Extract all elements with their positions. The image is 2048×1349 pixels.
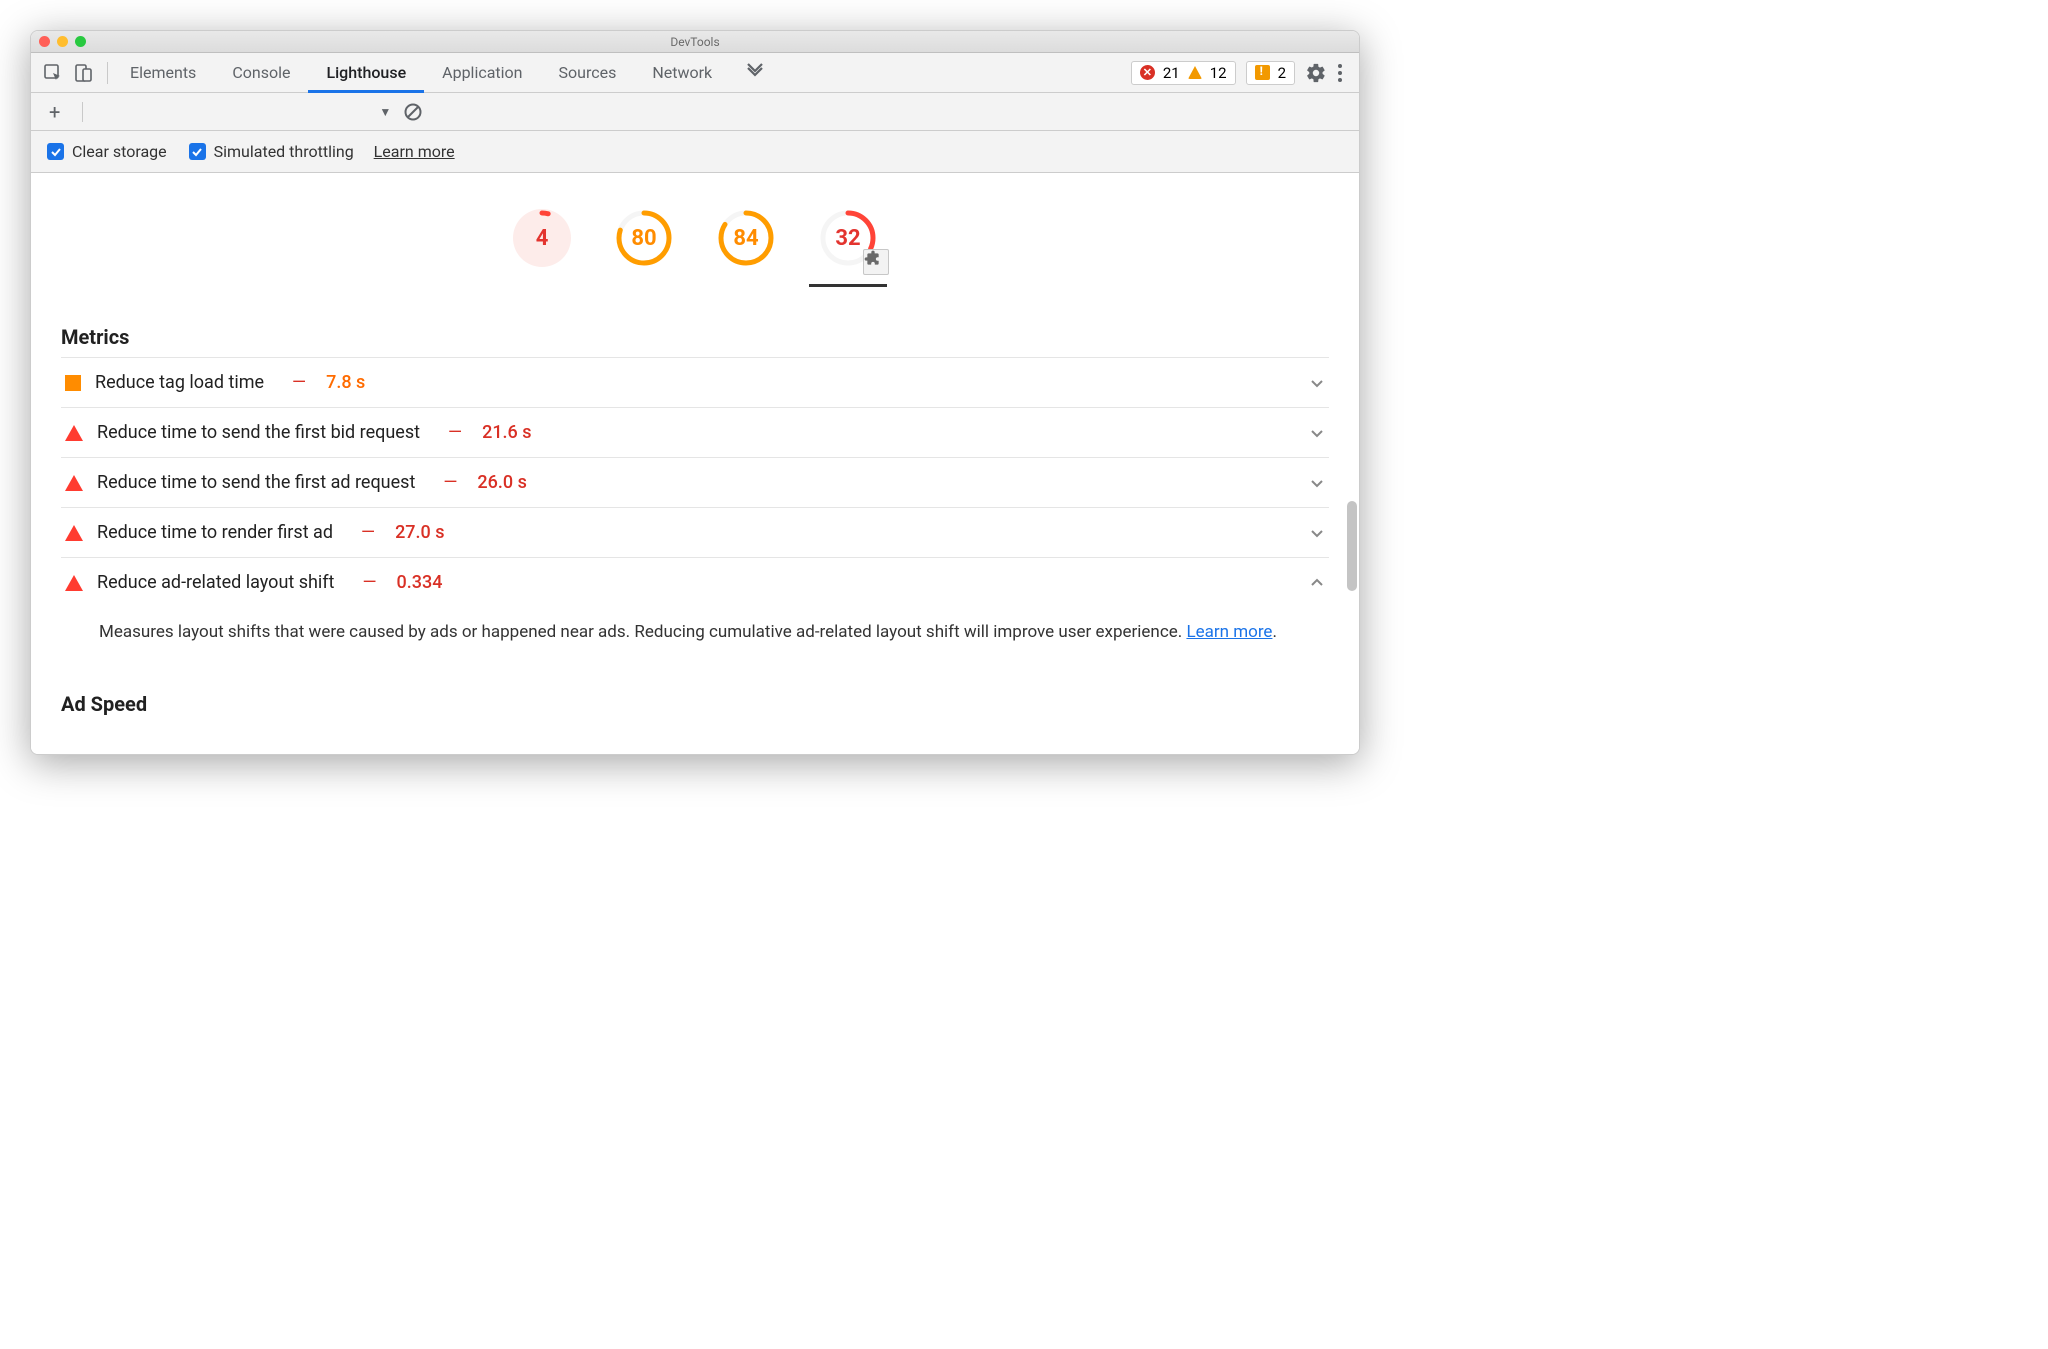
metric-value: 0.334 (397, 572, 443, 593)
dash: — (292, 372, 306, 393)
chevron-down-icon (1309, 525, 1325, 541)
score-gauge-0[interactable]: 4 (513, 209, 571, 277)
dash: — (448, 422, 462, 443)
warning-count: 12 (1210, 64, 1227, 82)
chevron-down-icon (1309, 425, 1325, 441)
metric-value: 21.6 s (482, 422, 531, 443)
metric-value: 27.0 s (395, 522, 444, 543)
titlebar: DevTools (31, 31, 1359, 53)
metric-row[interactable]: Reduce time to send the first ad request… (61, 457, 1329, 507)
learn-more-link[interactable]: Learn more (1186, 622, 1272, 642)
warning-icon (1188, 66, 1202, 79)
scrollbar-thumb[interactable] (1347, 501, 1357, 591)
tab-application[interactable]: Application (424, 53, 540, 93)
error-count: 21 (1163, 64, 1180, 82)
simulated-throttling-checkbox[interactable]: Simulated throttling Learn more (189, 142, 455, 161)
ad-speed-heading: Ad Speed (61, 692, 1329, 716)
severity-warning-icon (65, 375, 81, 391)
metric-row[interactable]: Reduce time to send the first bid reques… (61, 407, 1329, 457)
metric-value: 7.8 s (326, 372, 365, 393)
tab-network[interactable]: Network (634, 53, 730, 93)
dash: — (362, 572, 376, 593)
options-bar: Clear storage Simulated throttling Learn… (31, 131, 1359, 173)
severity-fail-icon (65, 475, 83, 491)
simulated-throttling-label: Simulated throttling (214, 142, 354, 161)
severity-fail-icon (65, 525, 83, 541)
gauge-value: 32 (835, 226, 860, 251)
score-gauges: 4 80 84 32 (31, 173, 1359, 301)
metric-row[interactable]: Reduce tag load time — 7.8 s (61, 357, 1329, 407)
settings-icon[interactable] (1305, 62, 1327, 84)
gauge-value: 4 (536, 226, 549, 251)
clear-icon[interactable] (403, 102, 423, 122)
tab-sources[interactable]: Sources (541, 53, 635, 93)
score-gauge-2[interactable]: 84 (717, 209, 775, 277)
metric-detail: Measures layout shifts that were caused … (61, 607, 1329, 668)
divider (107, 62, 108, 84)
tab-console[interactable]: Console (214, 53, 308, 93)
severity-fail-icon (65, 575, 83, 591)
dash: — (361, 522, 375, 543)
score-gauge-1[interactable]: 80 (615, 209, 673, 277)
checkbox-checked-icon (189, 143, 206, 160)
recordings-count: 2 (1278, 64, 1286, 82)
minimize-button[interactable] (57, 36, 68, 47)
console-issue-counts[interactable]: ✕ 21 12 (1131, 61, 1236, 85)
new-report-button[interactable]: + (43, 100, 66, 124)
dash: — (443, 472, 457, 493)
report-dropdown[interactable]: ▼ (379, 105, 391, 119)
metric-label: Reduce time to render first ad (97, 522, 333, 543)
gauge-value: 80 (631, 226, 656, 251)
lighthouse-toolbar: + ▼ (31, 93, 1359, 131)
metrics-heading: Metrics (61, 325, 1329, 349)
traffic-lights (39, 36, 86, 47)
metric-label: Reduce ad-related layout shift (97, 572, 334, 593)
metric-label: Reduce time to send the first bid reques… (97, 422, 420, 443)
clear-storage-label: Clear storage (72, 142, 167, 161)
chevron-down-icon (1309, 475, 1325, 491)
tab-elements[interactable]: Elements (112, 53, 214, 93)
ad-speed-section: Ad Speed (31, 668, 1359, 716)
metrics-list: Reduce tag load time — 7.8 s Reduce time to… (61, 357, 1329, 668)
recorder-count[interactable]: 2 (1246, 61, 1295, 85)
metric-row[interactable]: Reduce ad-related layout shift — 0.334 (61, 557, 1329, 607)
window-title: DevTools (31, 35, 1359, 49)
device-toggle-icon[interactable] (73, 63, 93, 83)
close-button[interactable] (39, 36, 50, 47)
plugin-icon (863, 249, 889, 275)
score-gauge-3[interactable]: 32 (819, 209, 877, 277)
chevron-down-icon (1309, 375, 1325, 391)
gauge-value: 84 (733, 226, 758, 251)
panel-tabs: Elements Console Lighthouse Application … (112, 53, 772, 93)
metric-label: Reduce time to send the first ad request (97, 472, 415, 493)
more-options-icon[interactable] (1337, 63, 1343, 83)
metric-row[interactable]: Reduce time to render first ad — 27.0 s (61, 507, 1329, 557)
inspect-element-icon[interactable] (43, 63, 63, 83)
divider (82, 102, 83, 122)
issues-icon (1255, 65, 1270, 80)
tab-bar: Elements Console Lighthouse Application … (31, 53, 1359, 93)
learn-more-link[interactable]: Learn more (374, 142, 455, 161)
devtools-window: DevTools Elements Console Lighthouse App… (30, 30, 1360, 755)
more-tabs-button[interactable] (738, 62, 772, 84)
metrics-section: Metrics Reduce tag load time—7.8 sReduce… (31, 301, 1359, 668)
metric-label: Reduce tag load time (95, 372, 264, 393)
chevron-up-icon (1309, 575, 1325, 591)
report-content: 4 80 84 32 Metrics Reduce tag load time — 7.8… (31, 173, 1359, 754)
severity-fail-icon (65, 425, 83, 441)
checkbox-checked-icon (47, 143, 64, 160)
error-icon: ✕ (1140, 65, 1155, 80)
tab-lighthouse[interactable]: Lighthouse (308, 53, 424, 93)
metric-value: 26.0 s (477, 472, 526, 493)
clear-storage-checkbox[interactable]: Clear storage (47, 142, 167, 161)
metric-detail-text: Measures layout shifts that were caused … (99, 622, 1186, 642)
maximize-button[interactable] (75, 36, 86, 47)
